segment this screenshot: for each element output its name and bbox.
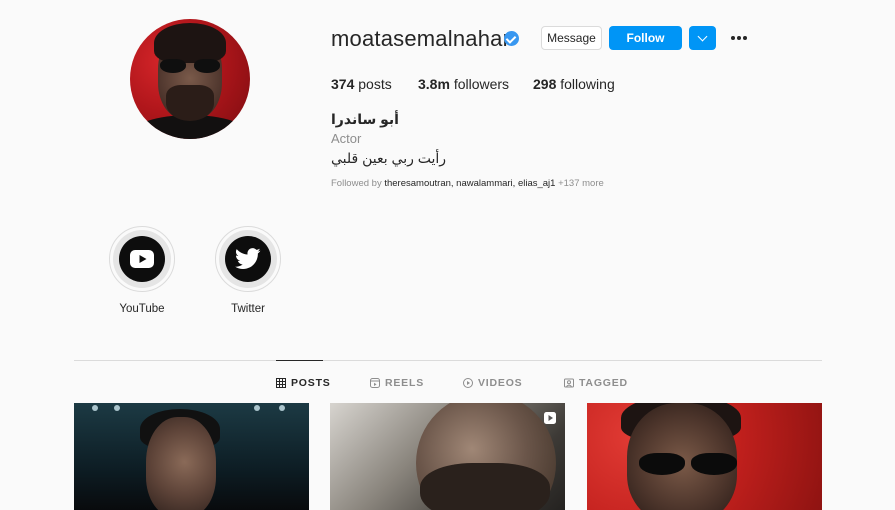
post-thumbnail[interactable] xyxy=(330,403,565,510)
profile-bio: رأيت ربي بعين قلبي xyxy=(331,150,447,166)
tab-posts[interactable]: POSTS xyxy=(276,377,331,389)
highlight-youtube[interactable]: YouTube xyxy=(109,226,175,315)
instagram-profile-page: moatasemalnahar Message Follow 374 posts… xyxy=(0,0,895,510)
followers-link[interactable]: 3.8m followers xyxy=(418,76,509,92)
followed-by-link[interactable]: Followed by theresamoutran, nawalammari,… xyxy=(331,178,604,189)
post-thumbnail[interactable] xyxy=(74,403,309,510)
tagged-icon xyxy=(564,378,574,388)
active-tab-indicator xyxy=(276,360,323,361)
tabs-divider xyxy=(74,360,822,361)
verified-badge-icon xyxy=(504,31,519,46)
posts-count: 374 posts xyxy=(331,76,392,92)
tab-videos[interactable]: VIDEOS xyxy=(463,377,522,389)
message-button[interactable]: Message xyxy=(541,26,602,50)
highlight-label: Twitter xyxy=(231,303,265,315)
profile-avatar[interactable] xyxy=(130,19,250,139)
profile-category: Actor xyxy=(331,131,362,146)
profile-full-name: أبو ساندرا xyxy=(331,111,399,127)
suggested-accounts-chevron-down-icon[interactable] xyxy=(689,26,716,50)
reels-icon xyxy=(370,378,380,388)
video-icon xyxy=(463,378,473,388)
reel-play-icon xyxy=(544,411,556,424)
tab-reels[interactable]: REELS xyxy=(370,377,424,389)
youtube-icon xyxy=(119,236,165,282)
tab-tagged[interactable]: TAGGED xyxy=(564,377,628,389)
grid-icon xyxy=(276,378,286,388)
highlight-twitter[interactable]: Twitter xyxy=(215,226,281,315)
twitter-icon xyxy=(225,236,271,282)
follow-button[interactable]: Follow xyxy=(609,26,682,50)
more-options-icon[interactable] xyxy=(729,31,749,45)
highlight-label: YouTube xyxy=(119,303,165,315)
profile-username: moatasemalnahar xyxy=(331,26,511,51)
post-thumbnail[interactable] xyxy=(587,403,822,510)
following-link[interactable]: 298 following xyxy=(533,76,615,92)
